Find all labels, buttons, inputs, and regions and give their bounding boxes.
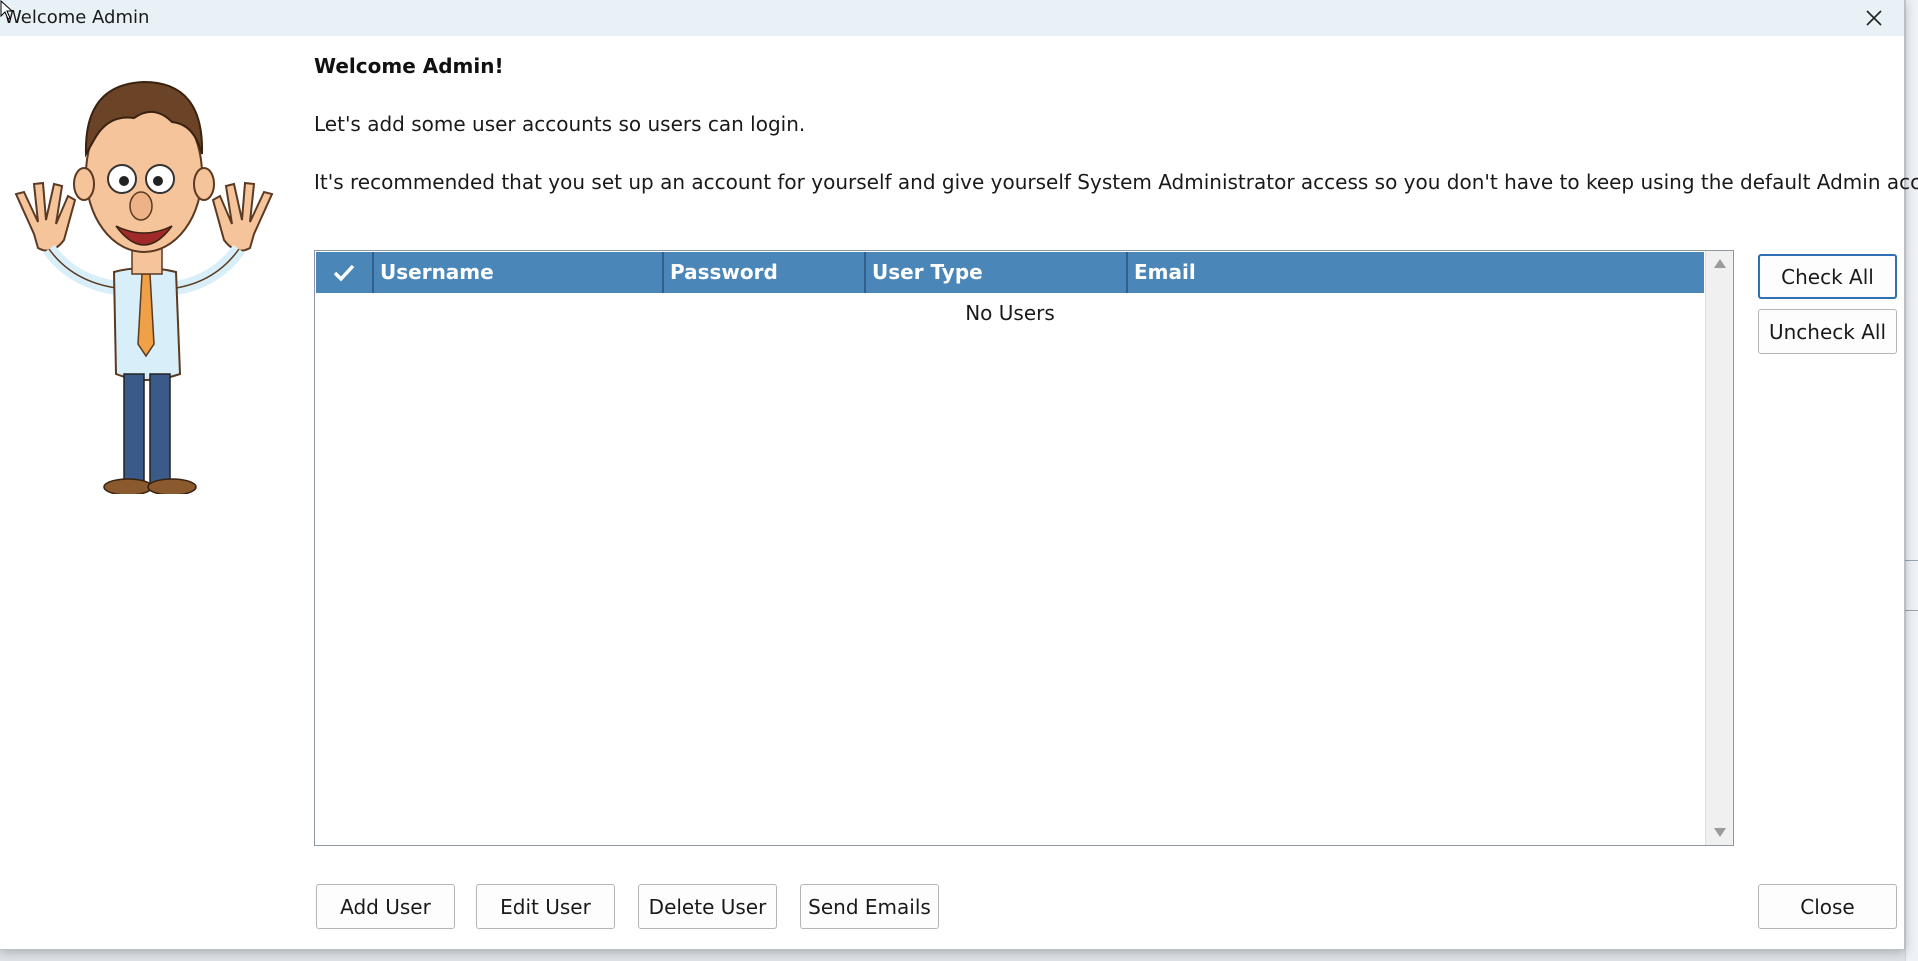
intro-text: Let's add some user accounts so users ca… bbox=[314, 112, 806, 136]
empty-table-message: No Users bbox=[965, 301, 1055, 325]
column-header-password[interactable]: Password bbox=[662, 252, 864, 293]
column-header-username[interactable]: Username bbox=[372, 252, 662, 293]
delete-user-button[interactable]: Delete User bbox=[638, 884, 777, 929]
welcome-heading: Welcome Admin! bbox=[314, 54, 504, 78]
close-icon bbox=[1866, 10, 1882, 26]
select-all-column-header[interactable] bbox=[316, 252, 372, 293]
background-app-edge bbox=[1905, 0, 1918, 961]
table-header: Username Password User Type Email bbox=[316, 252, 1704, 293]
mouse-cursor-icon bbox=[0, 0, 14, 20]
background-app-strip bbox=[0, 950, 1918, 961]
checkmark-icon bbox=[333, 264, 355, 282]
add-user-button[interactable]: Add User bbox=[316, 884, 455, 929]
close-button[interactable]: Close bbox=[1758, 884, 1897, 929]
check-all-button[interactable]: Check All bbox=[1758, 254, 1897, 299]
edit-user-button[interactable]: Edit User bbox=[476, 884, 615, 929]
users-table[interactable]: Username Password User Type Email No Use… bbox=[314, 250, 1734, 846]
recommendation-text: It's recommended that you set up an acco… bbox=[314, 170, 1918, 194]
uncheck-all-button[interactable]: Uncheck All bbox=[1758, 309, 1897, 354]
window-title: Welcome Admin bbox=[4, 7, 150, 28]
background-divider bbox=[1905, 610, 1918, 611]
waving-mascot-illustration bbox=[14, 80, 274, 494]
welcome-dialog: Welcome Admin Welcome Admin! Let's add s… bbox=[0, 0, 1918, 950]
background-divider bbox=[1905, 560, 1918, 561]
title-bar: Welcome Admin bbox=[0, 0, 1904, 36]
column-header-email[interactable]: Email bbox=[1126, 252, 1704, 293]
close-window-button[interactable] bbox=[1852, 0, 1896, 36]
send-emails-button[interactable]: Send Emails bbox=[800, 884, 939, 929]
column-header-user-type[interactable]: User Type bbox=[864, 252, 1126, 293]
vertical-scrollbar[interactable] bbox=[1705, 251, 1733, 845]
scroll-up-arrow-icon[interactable] bbox=[1714, 259, 1726, 268]
scroll-down-arrow-icon[interactable] bbox=[1714, 828, 1726, 837]
